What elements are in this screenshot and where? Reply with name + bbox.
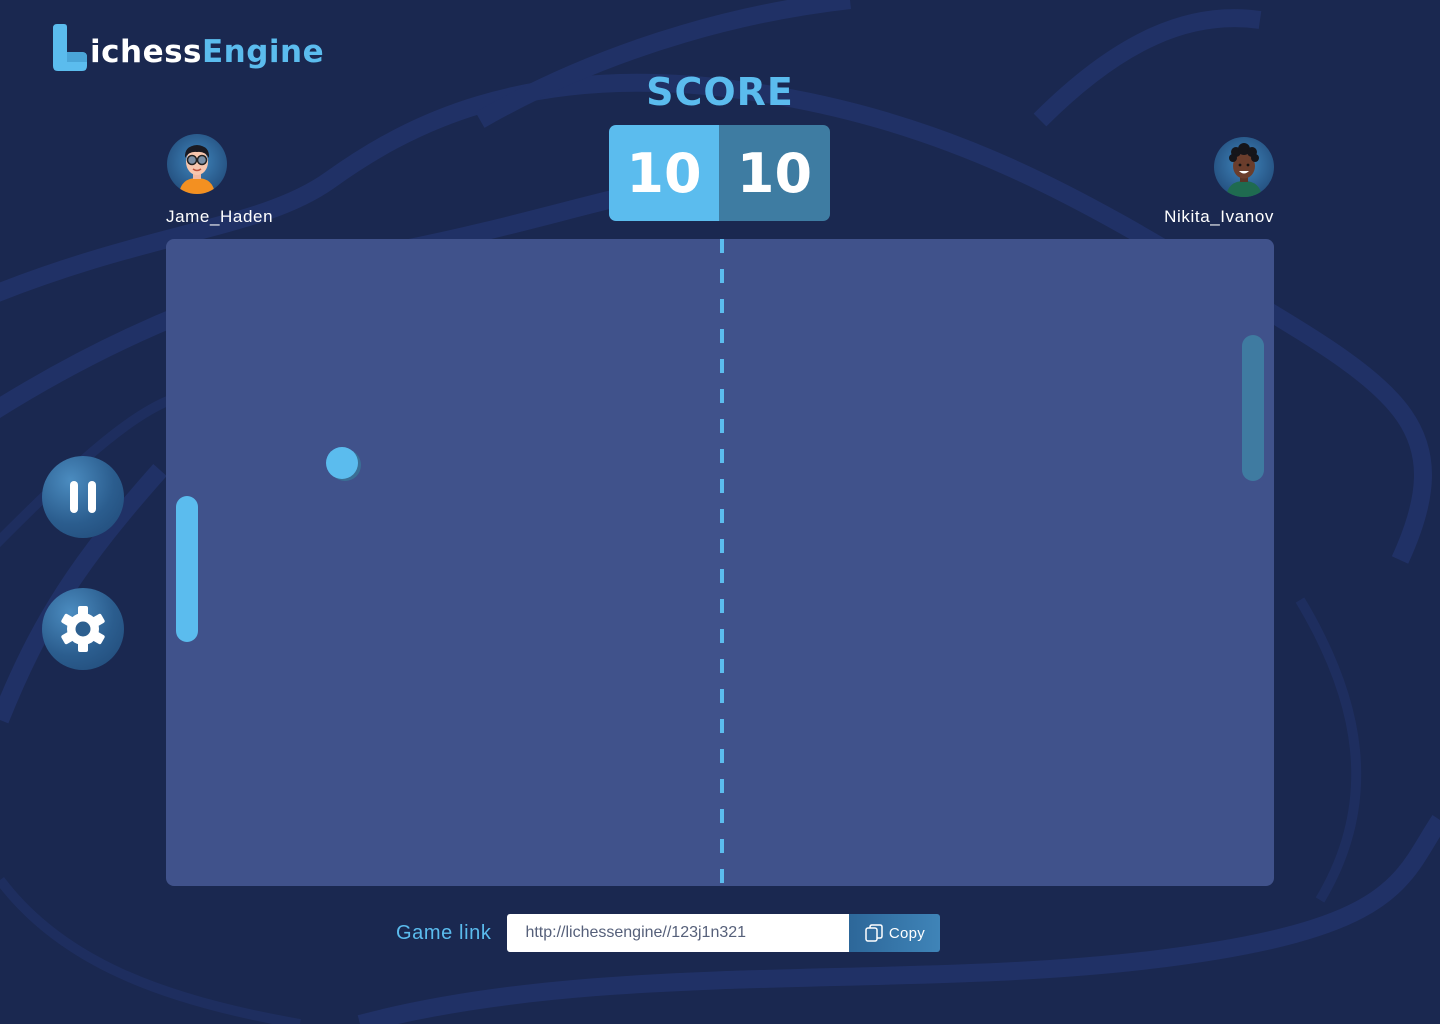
score-left: 10 <box>609 125 719 221</box>
gear-icon <box>61 606 105 652</box>
player-right-name: Nikita_Ivanov <box>1164 207 1274 226</box>
app-logo[interactable]: ichessEngine <box>50 16 324 72</box>
copy-icon <box>865 923 883 942</box>
logo-mark-icon <box>50 22 88 72</box>
ball <box>326 447 358 479</box>
score-right: 10 <box>719 125 830 221</box>
player-left: Jame_Haden <box>166 134 273 227</box>
player-avatar-icon[interactable] <box>167 134 227 194</box>
player-right: Nikita_Ivanov <box>1164 137 1274 227</box>
game-link-input[interactable] <box>507 914 850 952</box>
logo-text: ichessEngine <box>90 37 324 72</box>
logo-text-primary: ichess <box>90 34 202 70</box>
logo-text-accent: Engine <box>202 34 325 70</box>
player-avatar-icon[interactable] <box>1214 137 1274 197</box>
game-link-label: Game link <box>396 921 492 944</box>
game-field[interactable] <box>166 239 1274 886</box>
copy-button[interactable]: Copy <box>849 914 941 952</box>
score-title: SCORE <box>646 70 794 114</box>
pause-icon <box>70 481 96 513</box>
scoreboard: 10 10 <box>609 125 830 221</box>
player-left-name: Jame_Haden <box>166 207 274 226</box>
settings-button[interactable] <box>42 588 124 670</box>
center-line <box>720 239 724 886</box>
game-link-bar: Game link Copy <box>396 914 941 952</box>
left-paddle[interactable] <box>176 496 198 642</box>
copy-button-label: Copy <box>888 924 926 942</box>
pause-button[interactable] <box>42 456 124 538</box>
right-paddle <box>1242 335 1264 481</box>
